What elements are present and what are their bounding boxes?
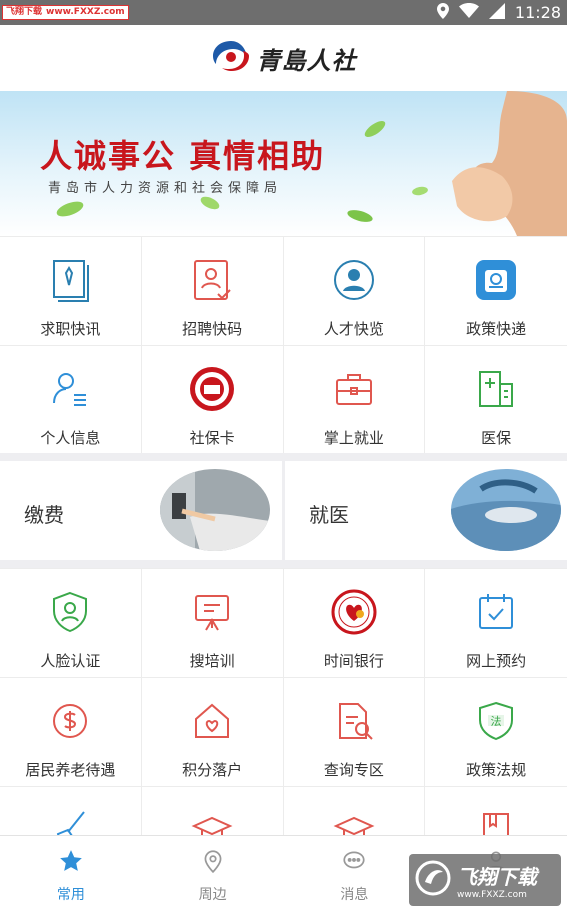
nav-tab-common[interactable]: 常用	[0, 836, 142, 912]
service-item[interactable]: 求职快讯	[0, 237, 142, 346]
app-logo: 青島人社	[211, 39, 357, 77]
service-label: 个人信息	[40, 429, 101, 447]
nav-label: 常用	[56, 887, 85, 903]
time-bank-badge-icon	[331, 589, 377, 635]
service-item[interactable]: 积分落户	[141, 678, 284, 787]
service-label: 查询专区	[323, 761, 384, 779]
briefcase-icon	[331, 366, 377, 412]
service-label: 政策快递	[466, 320, 527, 338]
service-grid-top: 求职快讯 招聘快码 人才快览 政策快递 个人信息 社保卡 掌上就业 医保	[0, 236, 567, 455]
wifi-icon	[458, 3, 479, 22]
watermark-badge: 飞翔下载 www.FXXZ.com	[2, 5, 129, 20]
medical-card[interactable]: 就医	[282, 461, 567, 560]
service-label: 掌上就业	[323, 429, 384, 447]
house-heart-icon	[189, 698, 235, 744]
section-divider	[0, 560, 567, 568]
site-watermark: 飞翔下载 www.FXXZ.com	[409, 854, 561, 906]
nav-label: 消息	[340, 887, 369, 903]
nav-label: 周边	[198, 887, 227, 903]
resume-icon	[189, 257, 235, 303]
money-circle-icon	[47, 698, 93, 744]
service-item[interactable]: 网上预约	[425, 569, 567, 678]
service-label: 人脸认证	[40, 652, 101, 670]
chat-bubble-icon	[341, 848, 367, 878]
logo-mark-icon	[211, 39, 251, 77]
social-security-badge-icon	[189, 366, 235, 412]
service-item[interactable]: 医保	[425, 346, 567, 455]
service-item[interactable]: 人才快览	[283, 237, 426, 346]
service-item[interactable]: 搜培训	[141, 569, 284, 678]
banner-subtitle: 青岛市人力资源和社会保障局	[48, 181, 283, 196]
payment-photo	[160, 469, 270, 551]
service-item[interactable]: 个人信息	[0, 346, 142, 455]
nav-tab-messages[interactable]: 消息	[284, 836, 426, 912]
service-item[interactable]: 掌上就业	[283, 346, 426, 455]
watermark-url: www.FXXZ.com	[46, 7, 125, 17]
document-tie-icon	[47, 257, 93, 303]
status-bar: 飞翔下载 www.FXXZ.com 11:28	[0, 0, 567, 25]
section-divider	[0, 453, 567, 461]
payment-card[interactable]: 缴费	[0, 461, 282, 560]
app-header: 青島人社	[0, 25, 567, 91]
map-pin-icon	[200, 848, 226, 878]
service-label: 时间银行	[323, 652, 384, 670]
nav-tab-nearby[interactable]: 周边	[142, 836, 284, 912]
face-shield-icon	[47, 589, 93, 635]
location-icon	[436, 2, 449, 23]
promo-banner[interactable]: 人诚事公 真情相助 青岛市人力资源和社会保障局	[0, 91, 567, 236]
banner-title: 人诚事公 真情相助	[40, 137, 326, 175]
policy-icon	[473, 257, 519, 303]
service-label: 医保	[481, 429, 512, 447]
service-item[interactable]: 时间银行	[283, 569, 426, 678]
signal-icon	[488, 2, 505, 23]
app-title: 青島人社	[256, 45, 357, 75]
service-label: 招聘快码	[182, 320, 243, 338]
service-label: 政策法规	[466, 761, 527, 779]
service-label: 求职快讯	[40, 320, 101, 338]
service-label: 积分落户	[182, 761, 243, 779]
star-icon	[58, 848, 84, 878]
watermark-url: www.FXXZ.com	[457, 889, 527, 900]
hospital-icon	[473, 366, 519, 412]
user-info-icon	[47, 366, 93, 412]
service-item[interactable]: 社保卡	[141, 346, 284, 455]
watermark-site: 飞翔下载	[6, 7, 43, 17]
hands-illustration	[452, 91, 567, 236]
medical-photo	[451, 469, 561, 551]
service-item[interactable]: 查询专区	[283, 678, 426, 787]
service-item[interactable]: 居民养老待遇	[0, 678, 142, 787]
service-item[interactable]: 政策快递	[425, 237, 567, 346]
payment-label: 缴费	[24, 503, 64, 527]
service-item[interactable]: 法 政策法规	[425, 678, 567, 787]
calendar-check-icon	[473, 589, 519, 635]
watermark-title: 飞翔下载	[457, 864, 537, 889]
status-time: 11:28	[514, 3, 561, 22]
service-item[interactable]: 人脸认证	[0, 569, 142, 678]
svg-text:法: 法	[491, 714, 502, 728]
person-circle-icon	[331, 257, 377, 303]
service-label: 社保卡	[189, 429, 235, 447]
law-shield-icon: 法	[473, 698, 519, 744]
service-label: 搜培训	[189, 652, 235, 670]
service-label: 人才快览	[323, 320, 384, 338]
service-label: 居民养老待遇	[25, 761, 116, 779]
watermark-logo-icon	[415, 860, 451, 900]
feature-row: 缴费 就医	[0, 461, 567, 560]
search-document-icon	[331, 698, 377, 744]
training-board-icon	[189, 589, 235, 635]
service-label: 网上预约	[466, 652, 527, 670]
service-item[interactable]: 招聘快码	[141, 237, 284, 346]
medical-label: 就医	[309, 503, 349, 527]
